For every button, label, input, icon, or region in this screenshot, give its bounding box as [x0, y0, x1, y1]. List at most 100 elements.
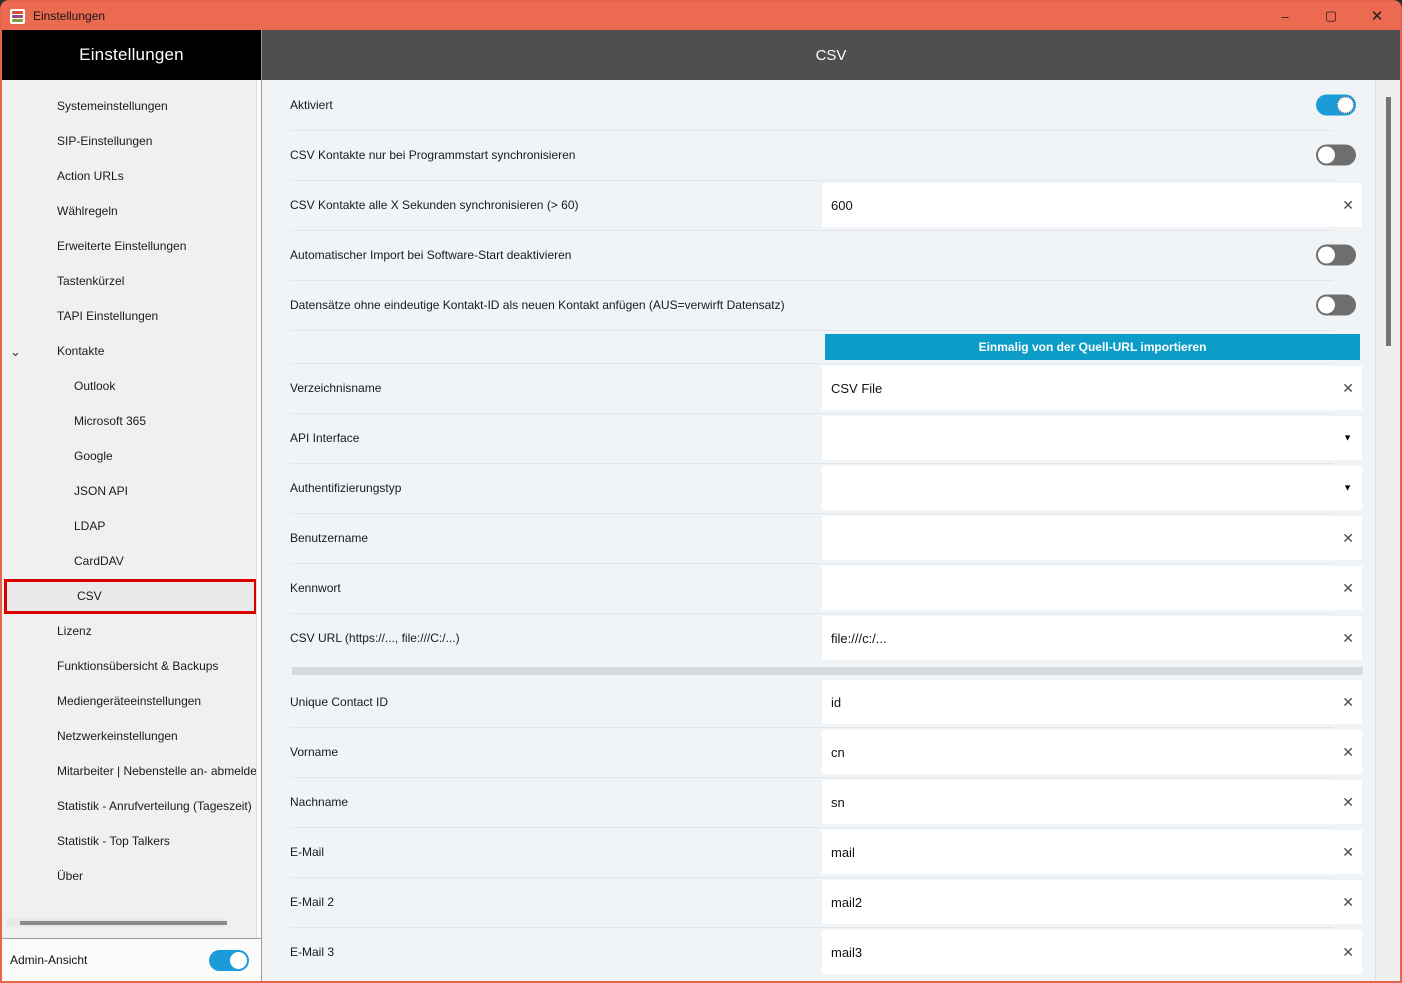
- select-authentifizierungstyp[interactable]: ▼: [822, 466, 1362, 510]
- toggle-knob: [1337, 96, 1354, 114]
- sidebar-item-lizenz[interactable]: Lizenz: [2, 614, 261, 649]
- setting-label: Automatischer Import bei Software-Start …: [290, 248, 572, 262]
- sidebar-item-label: Statistik - Top Talkers: [57, 834, 170, 848]
- sidebar-item-label: Google: [74, 449, 113, 463]
- clear-icon[interactable]: ✕: [1342, 745, 1354, 759]
- input-unique-contact-id[interactable]: [822, 680, 1362, 724]
- sidebar-item-mediengeräteeinstellungen[interactable]: Mediengeräteeinstellungen: [2, 684, 261, 719]
- select-value[interactable]: [822, 466, 1362, 510]
- setting-row: API Interface ▼: [262, 413, 1375, 463]
- toggle-datensätze-ohne-eindeutige-kontakt-id-als-neuen-kontakt-anfügen-aus-verwirft-datensatz[interactable]: [1316, 294, 1356, 316]
- sidebar-item-sip-einstellungen[interactable]: SIP-Einstellungen: [2, 124, 261, 159]
- setting-row: E-Mail ✕: [262, 827, 1375, 877]
- input-e-mail-3[interactable]: [822, 930, 1362, 974]
- setting-row: Verzeichnisname ✕: [262, 363, 1375, 413]
- import-from-source-url-button[interactable]: Einmalig von der Quell-URL importieren: [825, 334, 1360, 360]
- sidebar-item-label: Kontakte: [57, 344, 105, 358]
- text-field: ✕: [822, 566, 1362, 610]
- sidebar-item-tastenkürzel[interactable]: Tastenkürzel: [2, 264, 261, 299]
- sidebar-scrollbar-thumb[interactable]: [20, 921, 227, 925]
- sidebar-title: Einstellungen: [2, 30, 261, 80]
- input-csv-kontakte-alle-x-sekunden-synchronisieren-60[interactable]: [822, 183, 1362, 227]
- sidebar-item-label: Erweiterte Einstellungen: [57, 239, 187, 253]
- text-field: ✕: [822, 880, 1362, 924]
- sidebar-item-kontakte[interactable]: ⌄ Kontakte: [2, 334, 261, 369]
- text-field: ✕: [822, 616, 1362, 660]
- clear-icon[interactable]: ✕: [1342, 945, 1354, 959]
- sidebar-item-label: Über: [57, 869, 84, 883]
- setting-label: Nachname: [290, 795, 349, 809]
- page-title: CSV: [262, 30, 1400, 80]
- sidebar-item-systemeinstellungen[interactable]: Systemeinstellungen: [2, 89, 261, 124]
- maximize-button[interactable]: ▢: [1308, 2, 1354, 30]
- main-scrollbar-thumb[interactable]: [1386, 97, 1391, 346]
- toggle-aktiviert[interactable]: [1316, 94, 1356, 116]
- sidebar-item-label: SIP-Einstellungen: [57, 134, 153, 148]
- setting-label: CSV URL (https://..., file:///C:/...): [290, 631, 460, 645]
- input-benutzername[interactable]: [822, 516, 1362, 560]
- toggle-automatischer-import-bei-software-start-deaktivieren[interactable]: [1316, 244, 1356, 266]
- setting-row: Unique Contact ID ✕: [262, 677, 1375, 727]
- input-csv-url-https-file-c[interactable]: [822, 616, 1362, 660]
- select-api-interface[interactable]: ▼: [822, 416, 1362, 460]
- sidebar-item-über[interactable]: Über: [2, 859, 261, 894]
- sidebar-item-netzwerkeinstellungen[interactable]: Netzwerkeinstellungen: [2, 719, 261, 754]
- sidebar-item-label: Outlook: [74, 379, 116, 393]
- sidebar-item-label: Statistik - Anrufverteilung (Tageszeit): [57, 799, 252, 813]
- sidebar-item-ldap[interactable]: LDAP: [2, 509, 261, 544]
- sidebar-item-google[interactable]: Google: [2, 439, 261, 474]
- main-vertical-scrollbar[interactable]: [1375, 80, 1400, 981]
- sidebar-item-label: Mediengeräteeinstellungen: [57, 694, 202, 708]
- sidebar-item-label: JSON API: [74, 484, 129, 498]
- clear-icon[interactable]: ✕: [1342, 695, 1354, 709]
- sidebar-vertical-scrollbar[interactable]: [256, 80, 261, 938]
- clear-icon[interactable]: ✕: [1342, 895, 1354, 909]
- sidebar-item-mitarbeiter-nebenstelle-an-abmelden[interactable]: Mitarbeiter | Nebenstelle an- abmelden: [2, 754, 261, 789]
- input-e-mail[interactable]: [822, 830, 1362, 874]
- window-title: Einstellungen: [33, 9, 106, 23]
- sidebar-item-wählregeln[interactable]: Wählregeln: [2, 194, 261, 229]
- setting-row: CSV URL (https://..., file:///C:/...) ✕: [262, 613, 1375, 663]
- setting-label: Unique Contact ID: [290, 695, 389, 709]
- sidebar-item-json-api[interactable]: JSON API: [2, 474, 261, 509]
- clear-icon[interactable]: ✕: [1342, 631, 1354, 645]
- sidebar-item-funktionsübersicht-backups[interactable]: Funktionsübersicht & Backups: [2, 649, 261, 684]
- content-horizontal-scrollbar-row: [262, 663, 1375, 677]
- input-e-mail-2[interactable]: [822, 880, 1362, 924]
- sidebar-item-csv[interactable]: CSV: [4, 579, 257, 614]
- clear-icon[interactable]: ✕: [1342, 198, 1354, 212]
- sidebar-item-label: Wählregeln: [57, 204, 118, 218]
- sidebar: Einstellungen Systemeinstellungen SIP-Ei…: [2, 30, 262, 981]
- sidebar-item-carddav[interactable]: CardDAV: [2, 544, 261, 579]
- minimize-button[interactable]: –: [1262, 2, 1308, 30]
- setting-row: Authentifizierungstyp ▼: [262, 463, 1375, 513]
- sidebar-item-tapi-einstellungen[interactable]: TAPI Einstellungen: [2, 299, 261, 334]
- input-verzeichnisname[interactable]: [822, 366, 1362, 410]
- sidebar-item-microsoft-365[interactable]: Microsoft 365: [2, 404, 261, 439]
- sidebar-item-outlook[interactable]: Outlook: [2, 369, 261, 404]
- text-field: ✕: [822, 516, 1362, 560]
- clear-icon[interactable]: ✕: [1342, 795, 1354, 809]
- input-kennwort[interactable]: [822, 566, 1362, 610]
- admin-view-toggle[interactable]: [209, 949, 249, 971]
- setting-label: Datensätze ohne eindeutige Kontakt-ID al…: [290, 298, 785, 312]
- sidebar-horizontal-scrollbar[interactable]: [6, 919, 227, 927]
- toggle-csv-kontakte-nur-bei-programmstart-synchronisieren[interactable]: [1316, 144, 1356, 166]
- input-nachname[interactable]: [822, 780, 1362, 824]
- setting-label: API Interface: [290, 431, 360, 445]
- clear-icon[interactable]: ✕: [1342, 381, 1354, 395]
- select-value[interactable]: [822, 416, 1362, 460]
- sidebar-item-action-urls[interactable]: Action URLs: [2, 159, 261, 194]
- close-button[interactable]: ✕: [1354, 2, 1400, 30]
- setting-row: Datensätze ohne eindeutige Kontakt-ID al…: [262, 280, 1375, 330]
- clear-icon[interactable]: ✕: [1342, 581, 1354, 595]
- sidebar-item-label: Action URLs: [57, 169, 124, 183]
- content-horizontal-scrollbar[interactable]: [292, 667, 1363, 675]
- sidebar-item-statistik-anrufverteilung-tageszeit[interactable]: Statistik - Anrufverteilung (Tageszeit): [2, 789, 261, 824]
- sidebar-item-label: LDAP: [74, 519, 106, 533]
- clear-icon[interactable]: ✕: [1342, 531, 1354, 545]
- sidebar-item-statistik-top-talkers[interactable]: Statistik - Top Talkers: [2, 824, 261, 859]
- input-vorname[interactable]: [822, 730, 1362, 774]
- sidebar-item-erweiterte-einstellungen[interactable]: Erweiterte Einstellungen: [2, 229, 261, 264]
- clear-icon[interactable]: ✕: [1342, 845, 1354, 859]
